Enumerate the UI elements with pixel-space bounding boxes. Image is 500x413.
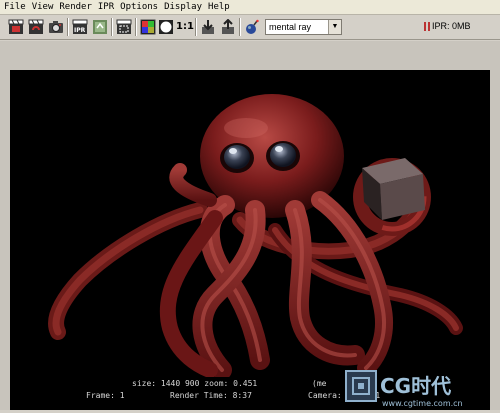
remove-image-icon[interactable] [220,19,236,35]
render-region-icon[interactable] [116,19,132,35]
keep-image-icon[interactable] [200,19,216,35]
snapshot-icon[interactable] [48,19,64,35]
menu-file[interactable]: File [4,2,26,12]
render-toolbar: IPR 1:1 mental ray ▼ IPR: 0MB [0,16,500,40]
octopus-render [48,94,463,377]
svg-text:IPR: IPR [74,27,86,34]
render-globals-icon[interactable] [244,19,260,35]
ipr-memory-status: IPR: 0MB [432,21,471,31]
ratio-label[interactable]: 1:1 [176,21,194,32]
renderer-dropdown[interactable]: mental ray ▼ [265,19,342,35]
watermark-brand: CG时代 [380,374,451,398]
render-viewport: size: 1440 900 zoom: 0.451 (me Frame: 1 … [0,41,500,410]
frame-info: Frame: 1 [86,391,125,400]
rgb-channel-icon[interactable] [140,19,156,35]
redo-render-icon[interactable] [28,19,44,35]
menu-view[interactable]: View [32,2,54,12]
menu-help[interactable]: Help [208,2,230,12]
alpha-channel-icon[interactable] [158,19,174,35]
render-size-info: size: 1440 900 zoom: 0.451 [132,379,258,388]
chevron-down-icon[interactable]: ▼ [328,20,341,34]
menu-display[interactable]: Display [164,2,202,12]
watermark-url: www.cgtime.com.cn [382,399,463,408]
render-time-info: Render Time: 8:37 [170,391,252,400]
menu-bar: File View Render IPR Options Display Hel… [0,0,500,15]
refresh-ipr-icon[interactable] [92,19,108,35]
ipr-render-icon[interactable]: IPR [72,19,88,35]
renderer-value: mental ray [269,22,312,32]
render-frame-icon[interactable] [8,19,24,35]
rendered-image [10,70,490,377]
renderer-info: (me [312,379,327,388]
menu-render[interactable]: Render [59,2,92,12]
menu-options[interactable]: Options [120,2,158,12]
cgtime-watermark: CG时代 www.cgtime.com.cn [344,365,494,409]
pause-icon[interactable] [424,22,430,31]
menu-ipr[interactable]: IPR [98,2,114,12]
